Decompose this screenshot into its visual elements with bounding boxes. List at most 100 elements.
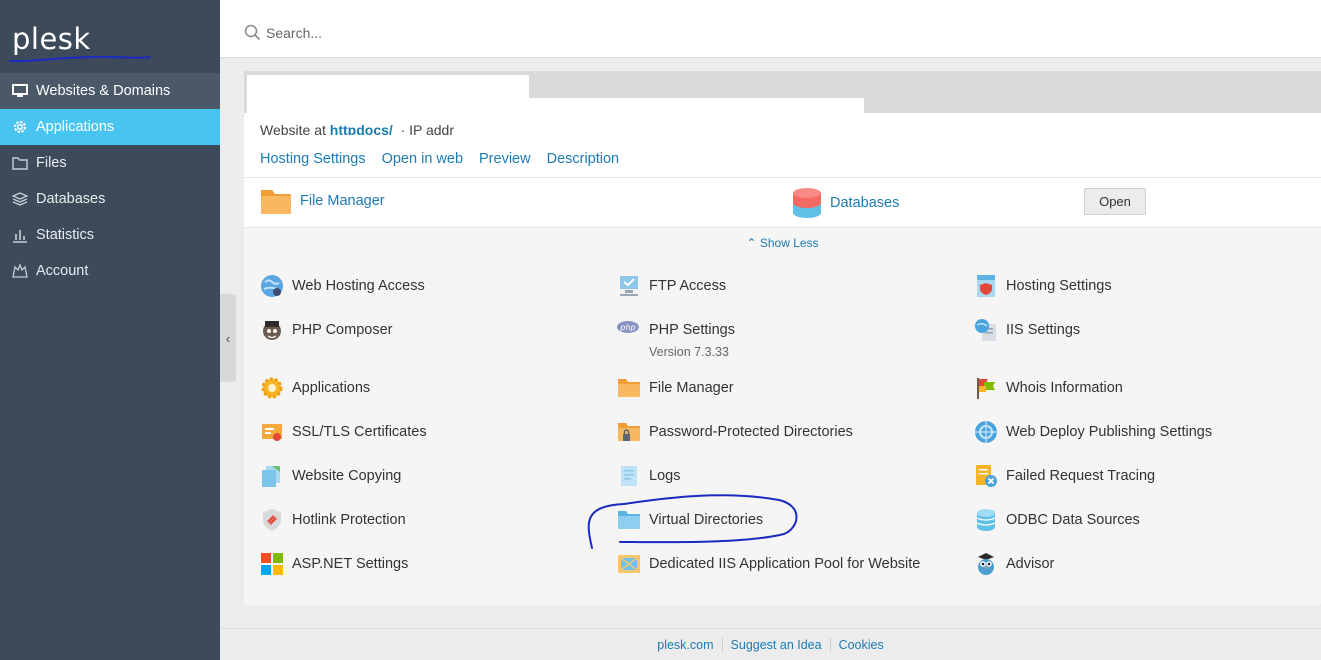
folder-icon — [261, 190, 291, 214]
plesk-logo[interactable]: plesk — [12, 22, 91, 56]
iis-settings-icon — [975, 319, 996, 341]
tool-label: FTP Access — [649, 278, 727, 294]
chevron-left-icon: ‹ — [225, 330, 231, 346]
locked-folder-icon — [618, 423, 640, 441]
tool-web-hosting-access[interactable]: Web Hosting Access — [260, 274, 425, 298]
tool-file-manager[interactable]: File Manager — [617, 376, 734, 400]
tool-hotlink-protection[interactable]: Hotlink Protection — [260, 508, 406, 532]
folder-icon — [618, 379, 640, 397]
certificate-icon — [262, 424, 282, 441]
tool-dedicated-iis-app-pool[interactable]: Dedicated IIS Application Pool for Websi… — [617, 552, 920, 576]
open-in-web-link[interactable]: Open in web — [382, 151, 463, 167]
databases-label: Databases — [830, 195, 900, 211]
svg-text:php: php — [619, 323, 635, 332]
sidebar: plesk Websites & Domains Applications Fi… — [0, 0, 220, 660]
sidebar-item-account[interactable]: Account — [0, 253, 220, 289]
show-less-toggle[interactable]: ⌃ Show Less — [244, 236, 1321, 250]
description-link[interactable]: Description — [547, 151, 620, 167]
tool-hosting-settings[interactable]: Hosting Settings — [974, 274, 1112, 298]
footer-link-cookies[interactable]: Cookies — [831, 638, 892, 652]
tool-odbc-data-sources[interactable]: ODBC Data Sources — [974, 508, 1140, 532]
tool-label: Dedicated IIS Application Pool for Websi… — [649, 556, 921, 572]
tool-whois-information[interactable]: Whois Information — [974, 376, 1123, 400]
web-deploy-icon — [975, 421, 997, 443]
quick-file-manager[interactable]: File Manager — [260, 187, 385, 215]
monitor-icon — [11, 82, 29, 100]
sidebar-collapse-button[interactable]: ‹ — [220, 294, 236, 382]
quick-access-row: File Manager Databases Open — [244, 178, 1321, 227]
hosting-settings-icon — [977, 275, 995, 297]
tool-php-settings[interactable]: php PHP Settings Version 7.3.33 — [617, 318, 735, 361]
php-version-label: Version 7.3.33 — [649, 345, 729, 359]
document-root-link[interactable]: httpdocs/ — [330, 123, 393, 135]
sidebar-item-databases[interactable]: Databases — [0, 181, 220, 217]
underline-annotation — [9, 55, 151, 63]
ftp-server-icon — [620, 276, 638, 296]
footer-link-suggest-idea[interactable]: Suggest an Idea — [723, 638, 830, 652]
quick-databases[interactable]: Databases — [792, 187, 899, 219]
tool-password-protected-directories[interactable]: Password-Protected Directories — [617, 420, 853, 444]
account-icon — [11, 262, 29, 280]
show-less-label: Show Less — [759, 236, 819, 250]
tool-label: Password-Protected Directories — [649, 424, 853, 440]
tool-label: ASP.NET Settings — [292, 556, 409, 572]
tool-applications[interactable]: Applications — [260, 376, 370, 400]
tool-label: Advisor — [1006, 556, 1055, 572]
hosting-settings-link[interactable]: Hosting Settings — [260, 151, 366, 167]
sidebar-item-files[interactable]: Files — [0, 145, 220, 181]
tool-label: Logs — [649, 468, 681, 484]
trace-document-icon — [976, 465, 997, 487]
tool-label: SSL/TLS Certificates — [292, 424, 427, 440]
sidebar-item-label: Websites & Domains — [36, 83, 171, 99]
sidebar-item-label: Account — [36, 263, 89, 279]
tool-virtual-directories[interactable]: Virtual Directories — [617, 508, 763, 532]
ip-address-label: IP addr — [409, 123, 455, 135]
database-stack-icon — [11, 190, 29, 208]
footer: plesk.com Suggest an Idea Cookies — [220, 628, 1321, 660]
shield-link-icon — [263, 509, 281, 531]
tool-label: PHP Settings — [649, 322, 735, 338]
tool-iis-settings[interactable]: IIS Settings — [974, 318, 1080, 342]
website-card: Website at httpdocs/ · IP addr Hosting S… — [244, 113, 1321, 605]
website-links: Hosting Settings Open in web Preview Des… — [260, 151, 619, 167]
tool-logs[interactable]: Logs — [617, 464, 680, 488]
tool-label: Failed Request Tracing — [1006, 468, 1156, 484]
tool-php-composer[interactable]: PHP Composer — [260, 318, 392, 342]
file-manager-label: File Manager — [300, 193, 385, 209]
tool-ftp-access[interactable]: FTP Access — [617, 274, 726, 298]
tool-label: File Manager — [649, 380, 734, 396]
sidebar-item-applications[interactable]: Applications — [0, 109, 220, 145]
tool-aspnet-settings[interactable]: ASP.NET Settings — [260, 552, 408, 576]
folder-icon — [11, 154, 29, 172]
tool-label: Whois Information — [1006, 380, 1123, 396]
php-icon: php — [617, 321, 639, 333]
tools-panel: ⌃ Show Less Web Hosting Access PHP Compo… — [244, 227, 1321, 605]
bar-chart-icon — [11, 226, 29, 244]
footer-link-plesk-com[interactable]: plesk.com — [649, 638, 721, 652]
tool-label: PHP Composer — [292, 322, 393, 338]
search-input[interactable] — [266, 20, 866, 46]
tool-label: Web Hosting Access — [292, 278, 425, 294]
sidebar-item-statistics[interactable]: Statistics — [0, 217, 220, 253]
tab-active[interactable] — [247, 75, 529, 115]
database-icon — [793, 188, 821, 218]
composer-icon — [263, 321, 281, 340]
blue-folder-icon — [618, 511, 640, 529]
tool-ssl-tls-certificates[interactable]: SSL/TLS Certificates — [260, 420, 427, 444]
tool-web-deploy-publishing[interactable]: Web Deploy Publishing Settings — [974, 420, 1212, 444]
flags-icon — [977, 378, 995, 399]
app-pool-icon — [618, 555, 640, 573]
preview-link[interactable]: Preview — [479, 151, 531, 167]
tool-website-copying[interactable]: Website Copying — [260, 464, 401, 488]
gear-icon — [261, 377, 283, 399]
tool-failed-request-tracing[interactable]: Failed Request Tracing — [974, 464, 1155, 488]
tool-advisor[interactable]: Advisor — [974, 552, 1054, 576]
copy-document-icon — [262, 466, 280, 487]
website-label: Website at — [260, 123, 326, 135]
top-bar — [220, 8, 1321, 58]
website-info-line: Website at httpdocs/ · IP addr — [260, 123, 454, 135]
tool-label: Web Deploy Publishing Settings — [1006, 424, 1213, 440]
open-button[interactable]: Open — [1084, 188, 1146, 215]
windows-logo-icon — [261, 553, 283, 575]
sidebar-item-websites-domains[interactable]: Websites & Domains — [0, 73, 220, 109]
